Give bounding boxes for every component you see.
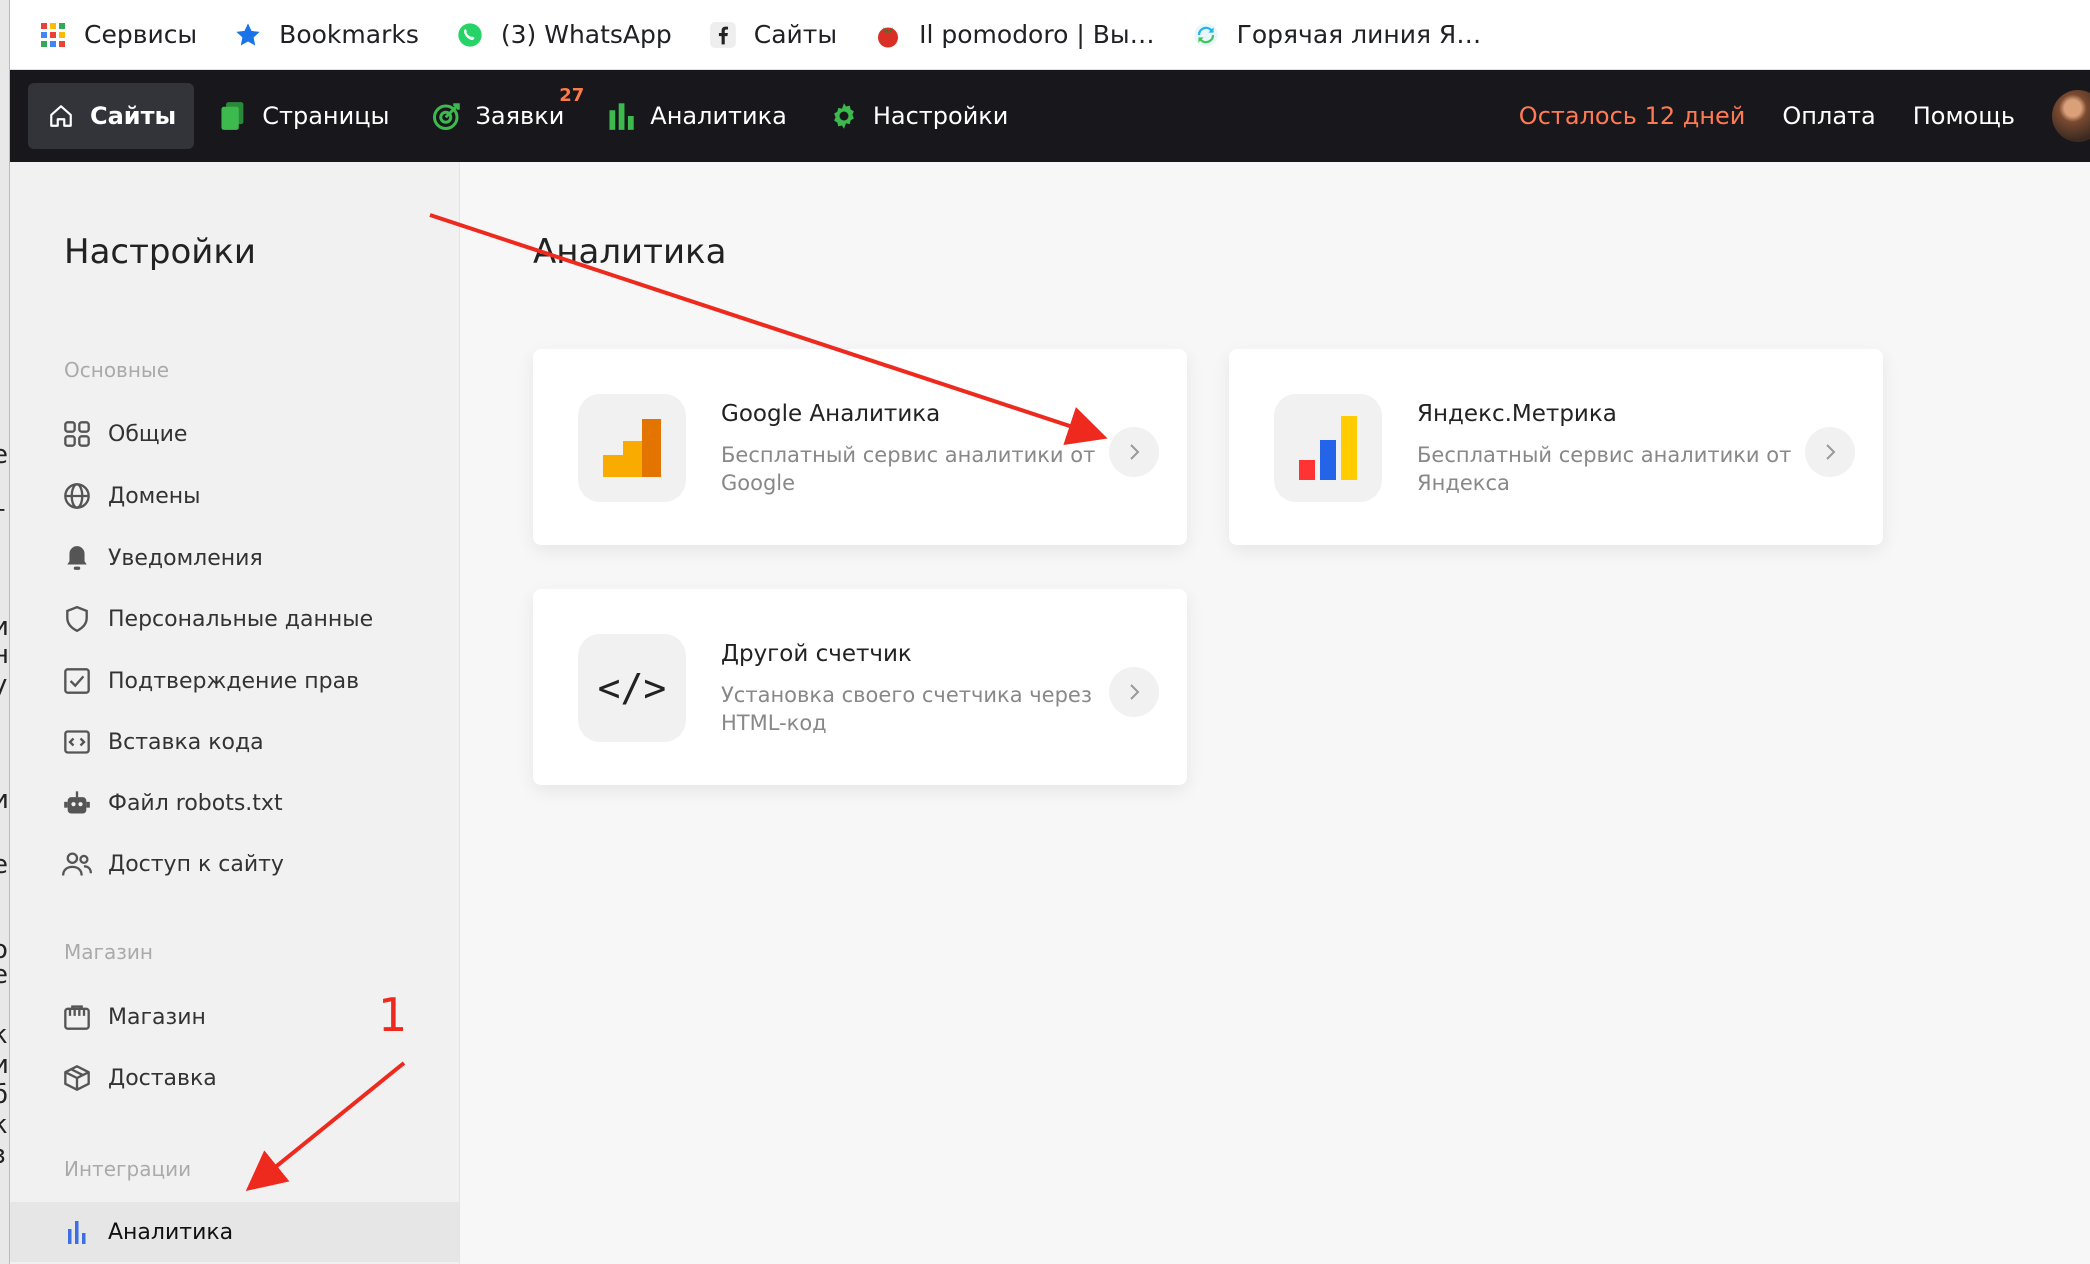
pages-icon: [218, 101, 248, 131]
whatsapp-icon: [455, 20, 485, 50]
trial-remaining-link[interactable]: Осталось 12 дней: [1519, 102, 1746, 130]
card-title: Яндекс.Метрика: [1417, 401, 1617, 427]
sidebar-item-label: Подтверждение прав: [108, 668, 360, 694]
bookmark-pomodoro[interactable]: Il pomodoro | Вы…: [873, 20, 1155, 50]
requests-count-badge: 27: [559, 85, 585, 106]
payment-link[interactable]: Оплата: [1782, 102, 1875, 130]
sidebar-item-label: Персональные данные: [108, 606, 374, 632]
card-yandex-metrika[interactable]: Яндекс.Метрика Бесплатный сервис аналити…: [1229, 349, 1883, 545]
target-icon: [432, 101, 462, 131]
card-description: Бесплатный сервис аналитики от Google: [721, 443, 1096, 495]
card-google-analytics[interactable]: Google Аналитика Бесплатный сервис анали…: [533, 349, 1187, 545]
bookmark-label: Il pomodoro | Вы…: [919, 20, 1155, 49]
page-title: Аналитика: [533, 232, 727, 272]
window-edge: еги нуи еое киб кз: [0, 0, 10, 1264]
card-other-counter[interactable]: </> Другой счетчик Установка своего счет…: [533, 589, 1187, 785]
yandex-metrika-logo-icon: [1274, 394, 1382, 502]
nav-label: Страницы: [262, 102, 390, 130]
card-description: Бесплатный сервис аналитики от Яндекса: [1417, 443, 1792, 495]
star-icon: [233, 20, 263, 50]
sidebar-section-shop: Магазин: [64, 940, 153, 964]
bookmark-label: Горячая линия Я…: [1236, 20, 1482, 49]
code-icon: [62, 727, 92, 757]
bell-icon: [62, 543, 92, 573]
top-navigation: Сайты Страницы Заявки 27 Аналитика Настр…: [10, 70, 2090, 162]
sidebar-item-delivery[interactable]: Доставка: [10, 1048, 459, 1108]
grid-icon: [62, 419, 92, 449]
sidebar-item-label: Магазин: [108, 1004, 206, 1030]
apps-grid-icon: [38, 20, 68, 50]
bar-chart-icon: [62, 1217, 92, 1247]
bookmark-sites[interactable]: Сайты: [708, 20, 837, 50]
tomato-icon: [873, 20, 903, 50]
sidebar-item-label: Аналитика: [108, 1219, 234, 1245]
user-avatar[interactable]: [2052, 90, 2090, 142]
nav-label: Настройки: [872, 102, 1009, 130]
bookmark-services[interactable]: Сервисы: [38, 20, 197, 50]
chevron-right-icon[interactable]: [1109, 667, 1159, 717]
settings-sidebar: Настройки Основные Общие Домены Уведомле…: [10, 162, 460, 1264]
sidebar-item-label: Домены: [108, 483, 201, 509]
bookmark-label: (3) WhatsApp: [500, 20, 672, 49]
help-link[interactable]: Помощь: [1913, 102, 2015, 130]
sidebar-section-main: Основные: [64, 358, 170, 382]
nav-label: Аналитика: [650, 102, 787, 130]
sidebar-section-integrations: Интеграции: [64, 1157, 192, 1181]
sidebar-item-ownership[interactable]: Подтверждение прав: [10, 651, 459, 711]
chevron-right-icon[interactable]: [1805, 427, 1855, 477]
nav-requests[interactable]: Заявки 27: [414, 83, 585, 149]
sidebar-item-notifications[interactable]: Уведомления: [10, 528, 459, 588]
sidebar-item-analytics[interactable]: Аналитика: [10, 1202, 459, 1262]
home-icon: [46, 101, 76, 131]
globe-icon: [62, 481, 92, 511]
card-description: Установка своего счетчика через HTML-код: [721, 683, 1093, 735]
card-title: Google Аналитика: [721, 401, 941, 427]
shield-icon: [62, 604, 92, 634]
sidebar-item-label: Файл robots.txt: [108, 790, 283, 816]
nav-label: Заявки: [475, 102, 565, 130]
google-analytics-logo-icon: [578, 394, 686, 502]
nav-analytics[interactable]: Аналитика: [588, 83, 805, 149]
sync-icon: [1191, 20, 1221, 50]
sidebar-item-label: Общие: [108, 421, 188, 447]
checkbox-icon: [62, 666, 92, 696]
bookmark-whatsapp[interactable]: (3) WhatsApp: [455, 20, 672, 50]
sidebar-item-code-insert[interactable]: Вставка кода: [10, 712, 459, 772]
bookmark-label: Bookmarks: [279, 20, 419, 49]
sidebar-item-domains[interactable]: Домены: [10, 466, 459, 526]
bookmark-bookmarks[interactable]: Bookmarks: [233, 20, 419, 50]
users-icon: [62, 849, 92, 879]
code-icon: </>: [578, 634, 686, 742]
sidebar-item-label: Уведомления: [108, 545, 263, 571]
sidebar-item-label: Доставка: [108, 1065, 217, 1091]
sidebar-item-access[interactable]: Доступ к сайту: [10, 834, 459, 894]
annotation-step-number: 1: [378, 988, 408, 1042]
box-icon: [62, 1063, 92, 1093]
gear-icon: [829, 101, 859, 131]
sidebar-item-label: Доступ к сайту: [108, 851, 284, 877]
facebook-icon: [708, 20, 738, 50]
card-title: Другой счетчик: [721, 641, 912, 667]
bookmark-hotline[interactable]: Горячая линия Я…: [1191, 20, 1482, 50]
nav-sites[interactable]: Сайты: [28, 83, 195, 149]
bar-chart-icon: [606, 101, 636, 131]
robot-icon: [62, 788, 92, 818]
sidebar-item-label: Вставка кода: [108, 729, 264, 755]
sidebar-item-personal-data[interactable]: Персональные данные: [10, 589, 459, 649]
chevron-right-icon[interactable]: [1109, 427, 1159, 477]
nav-label: Сайты: [90, 102, 177, 130]
sidebar-item-general[interactable]: Общие: [10, 404, 459, 464]
bookmark-label: Сайты: [753, 20, 838, 49]
sidebar-title: Настройки: [64, 232, 257, 272]
bookmark-label: Сервисы: [84, 20, 198, 49]
sidebar-item-robots[interactable]: Файл robots.txt: [10, 773, 459, 833]
shop-icon: [62, 1002, 92, 1032]
bookmarks-bar: Сервисы Bookmarks (3) WhatsApp Сайты Il …: [10, 0, 2090, 70]
nav-settings[interactable]: Настройки: [811, 83, 1027, 149]
nav-pages[interactable]: Страницы: [200, 83, 407, 149]
